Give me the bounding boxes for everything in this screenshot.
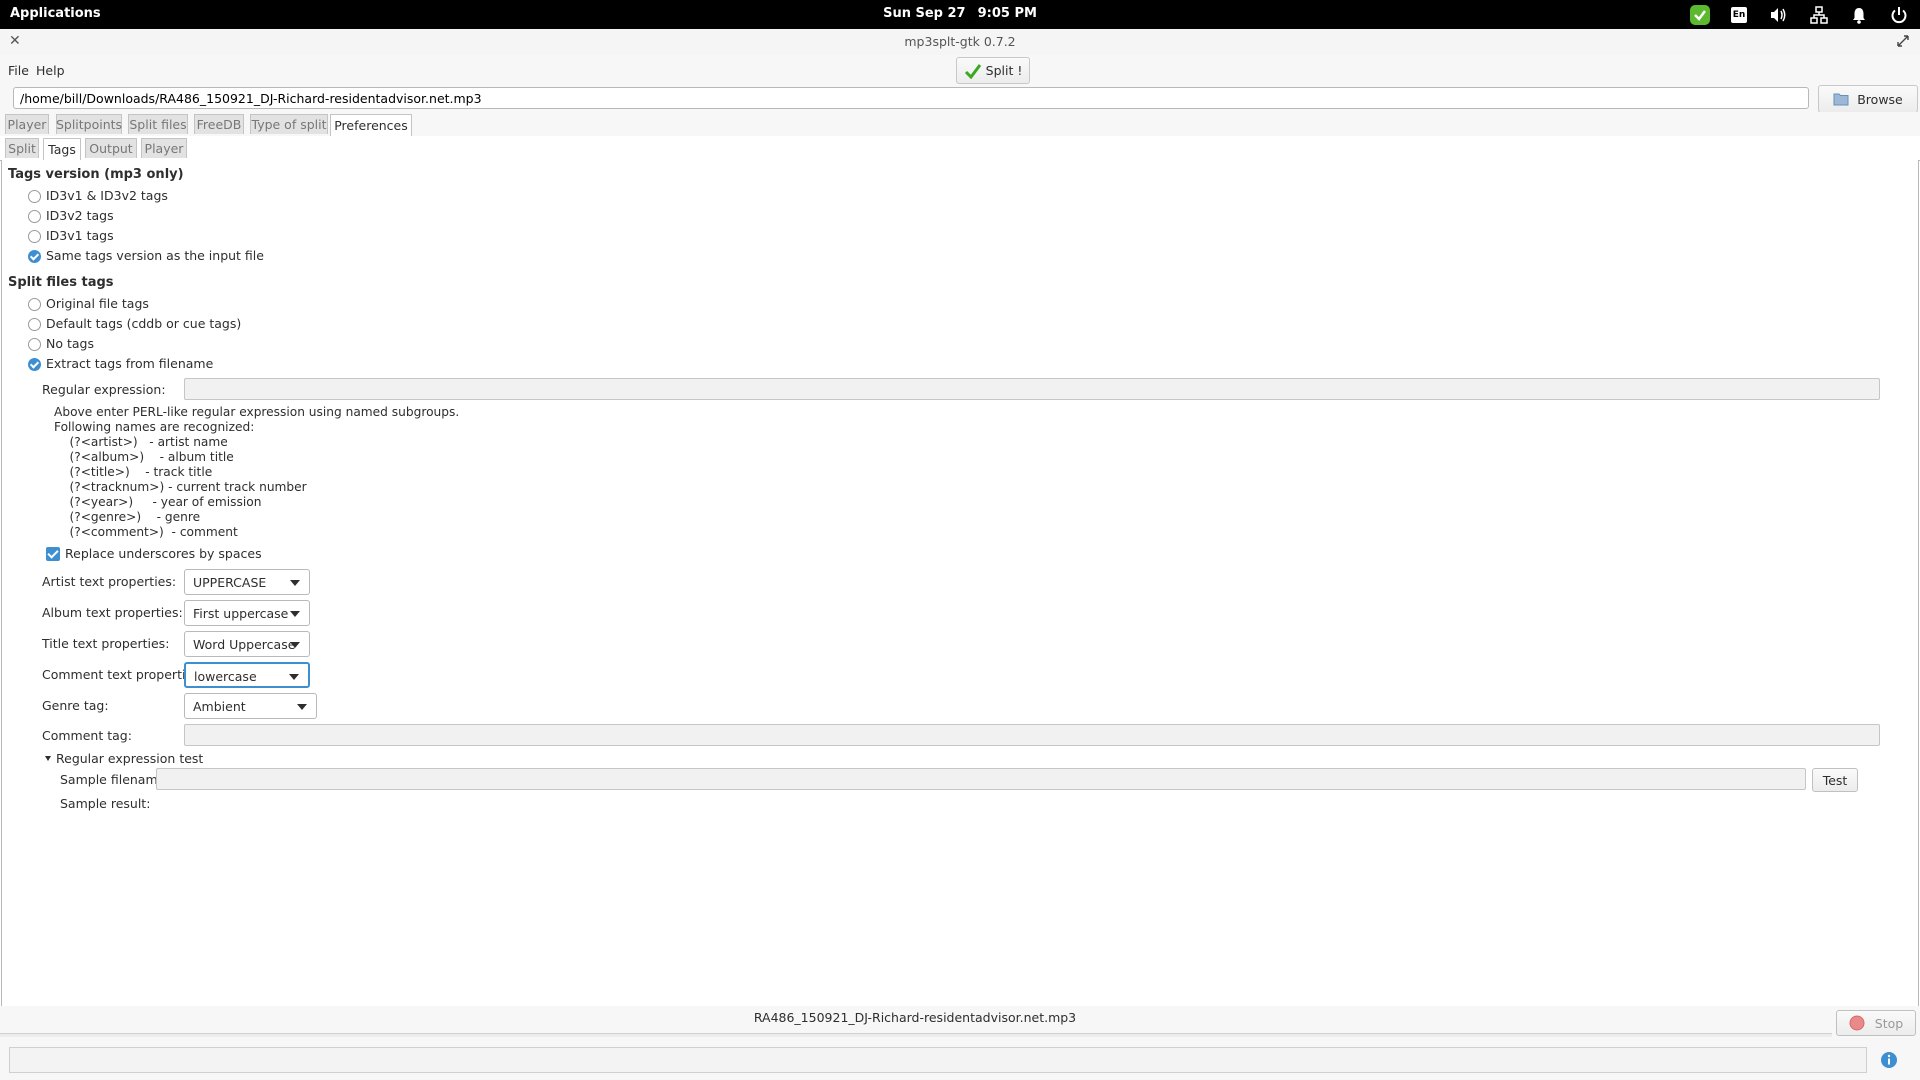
comment-properties-dropdown[interactable]: lowercase xyxy=(184,662,310,688)
file-path-input[interactable] xyxy=(13,87,1809,109)
split-button-label: Split ! xyxy=(985,63,1023,78)
replace-underscores-label[interactable]: Replace underscores by spaces xyxy=(65,546,262,561)
keyboard-layout-icon[interactable]: En xyxy=(1728,4,1750,26)
genre-tag-label: Genre tag: xyxy=(42,698,109,713)
browse-button-label: Browse xyxy=(1857,91,1903,107)
menu-help[interactable]: Help xyxy=(36,63,65,78)
subtab-tags[interactable]: Tags xyxy=(43,138,81,160)
artist-properties-value: UPPERCASE xyxy=(193,575,267,590)
radio-id3v1-label[interactable]: ID3v1 tags xyxy=(46,228,114,243)
genre-tag-dropdown[interactable]: Ambient xyxy=(184,693,317,719)
radio-id3v2-label[interactable]: ID3v2 tags xyxy=(46,208,114,223)
tab-splitpoints[interactable]: Splitpoints xyxy=(56,114,122,134)
split-files-tags-heading: Split files tags xyxy=(8,275,114,290)
subtab-player[interactable]: Player xyxy=(141,138,187,158)
album-properties-dropdown[interactable]: First uppercase xyxy=(184,600,310,626)
chevron-down-icon xyxy=(290,580,300,586)
sample-result-label: Sample result: xyxy=(60,796,151,811)
regex-label: Regular expression: xyxy=(42,382,166,397)
clock-time: 9:05 PM xyxy=(977,6,1037,21)
comment-tag-label: Comment tag: xyxy=(42,728,132,743)
checkmark-icon xyxy=(964,63,981,79)
radio-same-version[interactable] xyxy=(28,250,41,263)
status-message-area xyxy=(9,1047,1867,1073)
stop-record-icon xyxy=(1849,1015,1865,1031)
window-titlebar: ✕ mp3splt-gtk 0.7.2 xyxy=(0,29,1920,56)
radio-default-tags[interactable] xyxy=(28,318,41,331)
radio-same-version-label[interactable]: Same tags version as the input file xyxy=(46,248,264,263)
chevron-down-icon xyxy=(297,704,307,710)
radio-id3v1[interactable] xyxy=(28,230,41,243)
split-button[interactable]: Split ! xyxy=(956,57,1030,84)
radio-extract-tags-label[interactable]: Extract tags from filename xyxy=(46,356,213,371)
tab-player[interactable]: Player xyxy=(5,114,49,134)
radio-no-tags-label[interactable]: No tags xyxy=(46,336,94,351)
info-icon[interactable] xyxy=(1880,1051,1898,1072)
chevron-down-icon xyxy=(290,642,300,648)
radio-extract-tags[interactable] xyxy=(28,358,41,371)
stop-button-label: Stop xyxy=(1874,1015,1904,1031)
menu-bar: File Help Split ! xyxy=(0,55,1920,87)
expander-triangle-icon[interactable] xyxy=(45,756,51,761)
volume-icon[interactable] xyxy=(1768,4,1790,26)
genre-tag-value: Ambient xyxy=(193,699,246,714)
radio-id3v2[interactable] xyxy=(28,210,41,223)
album-properties-label: Album text properties: xyxy=(42,605,183,620)
stop-button[interactable]: Stop xyxy=(1836,1010,1916,1036)
tags-preferences-panel: Tags version (mp3 only) ID3v1 & ID3v2 ta… xyxy=(1,160,1919,1007)
comment-tag-input[interactable] xyxy=(184,724,1880,746)
tab-preferences[interactable]: Preferences xyxy=(330,114,412,136)
notifications-bell-icon[interactable] xyxy=(1848,4,1870,26)
regex-input[interactable] xyxy=(184,378,1880,400)
current-filename: RA486_150921_DJ-Richard-residentadvisor.… xyxy=(753,1010,1077,1025)
radio-original-tags-label[interactable]: Original file tags xyxy=(46,296,149,311)
menu-file[interactable]: File xyxy=(8,63,29,78)
chevron-down-icon xyxy=(289,674,299,680)
sample-filename-label: Sample filename: xyxy=(60,772,170,787)
folder-icon xyxy=(1833,93,1849,106)
regex-test-expander[interactable]: Regular expression test xyxy=(56,751,203,766)
subtab-output[interactable]: Output xyxy=(85,138,137,158)
title-properties-dropdown[interactable]: Word Uppercase xyxy=(184,631,310,657)
comment-properties-label: Comment text properties: xyxy=(42,667,204,682)
clock[interactable]: Sun Sep 27 9:05 PM xyxy=(0,6,1920,21)
replace-underscores-checkbox[interactable] xyxy=(46,547,60,561)
artist-properties-dropdown[interactable]: UPPERCASE xyxy=(184,569,310,595)
window-title: mp3splt-gtk 0.7.2 xyxy=(904,34,1016,49)
subtab-split[interactable]: Split xyxy=(5,138,39,158)
chevron-down-icon xyxy=(290,611,300,617)
restore-window-icon[interactable] xyxy=(1896,34,1910,51)
radio-original-tags[interactable] xyxy=(28,298,41,311)
test-button[interactable]: Test xyxy=(1812,768,1858,792)
artist-properties-label: Artist text properties: xyxy=(42,574,177,589)
comment-properties-value: lowercase xyxy=(194,669,257,684)
album-properties-value: First uppercase xyxy=(193,606,289,621)
title-properties-label: Title text properties: xyxy=(42,636,170,651)
network-icon[interactable] xyxy=(1808,4,1830,26)
clock-date: Sun Sep 27 xyxy=(883,6,966,21)
radio-id3v1-id3v2-label[interactable]: ID3v1 & ID3v2 tags xyxy=(46,188,168,203)
radio-no-tags[interactable] xyxy=(28,338,41,351)
main-tabs: Player Splitpoints Split files FreeDB Ty… xyxy=(0,112,1920,137)
tags-version-heading: Tags version (mp3 only) xyxy=(8,167,184,182)
radio-id3v1-id3v2[interactable] xyxy=(28,190,41,203)
radio-default-tags-label[interactable]: Default tags (cddb or cue tags) xyxy=(46,316,241,331)
sample-filename-input[interactable] xyxy=(156,768,1806,790)
power-icon[interactable] xyxy=(1888,4,1910,26)
tab-freedb[interactable]: FreeDB xyxy=(194,114,244,134)
status-bar: RA486_150921_DJ-Richard-residentadvisor.… xyxy=(0,1006,1920,1080)
regex-help-text: Above enter PERL-like regular expression… xyxy=(54,405,460,539)
top-panel: Applications Sun Sep 27 9:05 PM En xyxy=(0,0,1920,29)
browse-button[interactable]: Browse xyxy=(1818,85,1918,113)
tab-split-files[interactable]: Split files xyxy=(128,114,188,134)
title-properties-value: Word Uppercase xyxy=(193,637,296,652)
update-check-icon[interactable] xyxy=(1689,4,1711,26)
progress-bar xyxy=(0,1033,1832,1037)
tab-type-of-split[interactable]: Type of split xyxy=(250,114,328,134)
preferences-subtabs: Split Tags Output Player xyxy=(0,136,1920,161)
